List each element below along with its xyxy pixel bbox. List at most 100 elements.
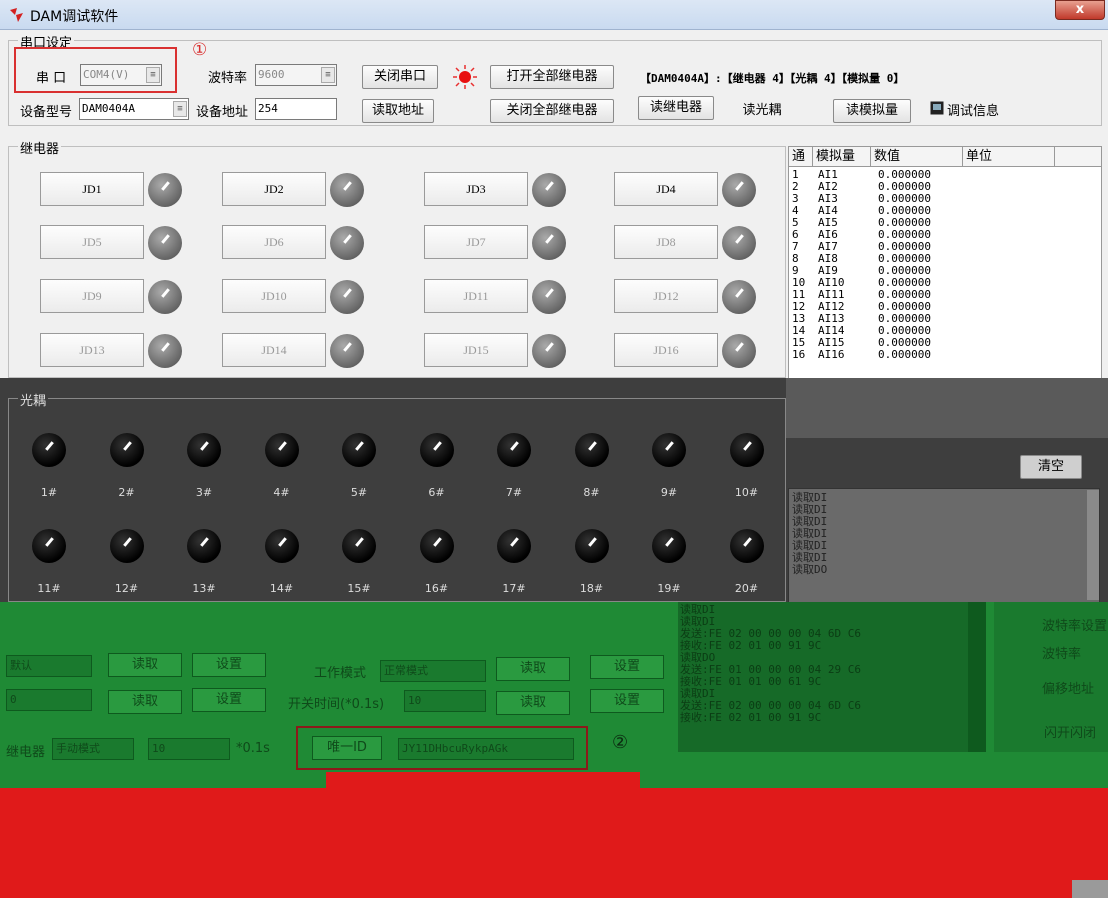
dropdown-arrow-icon: ≡ <box>321 67 335 83</box>
relay-status-knob-icon <box>330 173 364 207</box>
relay-button-jd11[interactable]: JD11 <box>424 279 528 313</box>
relay-status-knob-icon <box>532 280 566 314</box>
dropdown-arrow-icon: ≡ <box>173 101 187 117</box>
close-all-relays-button[interactable]: 关闭全部继电器 <box>490 99 614 123</box>
log-lower-scrollbar[interactable] <box>968 602 986 752</box>
flash-label: 闪开闪闭 <box>1044 726 1097 741</box>
relay-status-knob-icon <box>532 334 566 368</box>
opto-status-knob-icon <box>187 433 221 467</box>
relay-group-label: 继电器 <box>18 138 62 157</box>
opto-status-knob-icon <box>419 433 454 467</box>
address-label: 设备地址 <box>196 105 249 120</box>
relay-button-jd12[interactable]: JD12 <box>614 279 718 313</box>
col-channel[interactable]: 通 <box>789 147 813 167</box>
clear-button[interactable]: 清空 <box>1020 455 1082 479</box>
log-scrollbar[interactable] <box>1087 490 1099 600</box>
relay-button-jd4[interactable]: JD4 <box>614 172 718 206</box>
debug-info-label[interactable]: 调试信息 <box>947 100 999 119</box>
row-value: 0.000000 <box>878 348 931 361</box>
baud-select[interactable]: 9600 ≡ <box>255 64 337 86</box>
relay-button-jd8[interactable]: JD8 <box>614 225 718 259</box>
relay-button-jd1[interactable]: JD1 <box>40 172 144 206</box>
unique-id-input[interactable]: JY11DHbcuRykpAGk <box>398 738 574 760</box>
col-unit[interactable]: 单位 <box>963 147 1055 167</box>
opto-group-label: 光耦 <box>18 390 49 409</box>
opto-label: 15# <box>347 582 371 595</box>
open-all-relays-button[interactable]: 打开全部继电器 <box>490 65 614 89</box>
table-row[interactable]: 16 AI16 0.000000 <box>792 349 1092 361</box>
resize-grip[interactable] <box>1072 880 1108 898</box>
set-button-4[interactable]: 设置 <box>590 689 664 713</box>
annotation-box-1 <box>14 47 177 93</box>
relay-button-jd7[interactable]: JD7 <box>424 225 528 259</box>
relay-button-jd6[interactable]: JD6 <box>222 225 326 259</box>
relay-button-jd15[interactable]: JD15 <box>424 333 528 367</box>
relay-button-jd9[interactable]: JD9 <box>40 279 144 313</box>
opto-label: 7# <box>505 486 523 499</box>
opto-status-knob-icon <box>109 433 144 467</box>
set-button-2[interactable]: 设置 <box>590 655 664 679</box>
relay-status-knob-icon <box>722 226 756 260</box>
switch-time-input[interactable]: 10 <box>404 690 486 712</box>
relay-time-input[interactable]: 10 <box>148 738 230 760</box>
relay-status-knob-icon <box>148 173 182 207</box>
opto-label: 8# <box>583 486 600 499</box>
opto-status-knob-icon <box>342 433 376 467</box>
value-input-1[interactable]: 0 <box>6 689 92 711</box>
relay-button-jd16[interactable]: JD16 <box>614 333 718 367</box>
relay-status-knob-icon <box>722 334 756 368</box>
opto-label: 3# <box>195 486 213 499</box>
row-analog-name: AI16 <box>818 348 845 361</box>
offset-address-label: 偏移地址 <box>1042 682 1095 697</box>
read-opto-button[interactable]: 读光耦 <box>726 99 798 123</box>
debug-info-icon[interactable] <box>930 101 944 115</box>
close-button[interactable]: x <box>1055 0 1105 20</box>
opto-group <box>8 398 786 602</box>
read-analog-button[interactable]: 读模拟量 <box>833 99 911 123</box>
baud-label: 波特率 <box>208 71 248 86</box>
relay-button-jd3[interactable]: JD3 <box>424 172 528 206</box>
green-strip-right <box>640 772 1108 788</box>
relay-button-jd14[interactable]: JD14 <box>222 333 326 367</box>
read-button-4[interactable]: 读取 <box>496 691 570 715</box>
opto-label: 18# <box>579 582 604 595</box>
relay-button-jd2[interactable]: JD2 <box>222 172 326 206</box>
device-info: 【DAM0404A】:【继电器 4】【光耦 4】【模拟量 0】 <box>640 72 905 85</box>
model-select[interactable]: DAM0404A ≡ <box>79 98 189 120</box>
annotation-2: ② <box>612 732 629 753</box>
relay-status-knob-icon <box>722 173 756 207</box>
opto-label: 13# <box>192 582 216 595</box>
read-button-2[interactable]: 读取 <box>496 657 570 681</box>
read-button-1[interactable]: 读取 <box>108 653 182 677</box>
opto-status-knob-icon <box>652 529 686 563</box>
read-address-button[interactable]: 读取地址 <box>362 99 434 123</box>
opto-label: 2# <box>118 486 135 499</box>
opto-label: 20# <box>734 582 759 595</box>
opto-label: 16# <box>424 582 449 595</box>
read-button-3[interactable]: 读取 <box>108 690 182 714</box>
address-input[interactable]: 254 <box>255 98 337 120</box>
read-relay-button[interactable]: 读继电器 <box>638 96 714 120</box>
opto-status-knob-icon <box>419 529 454 563</box>
set-button-1[interactable]: 设置 <box>192 653 266 677</box>
work-mode-select[interactable]: 正常模式 <box>380 660 486 682</box>
col-value[interactable]: 数值 <box>871 147 963 167</box>
opto-status-knob-icon <box>109 529 144 563</box>
lower-panel <box>0 772 1108 898</box>
close-port-button[interactable]: 关闭串口 <box>362 65 438 89</box>
unique-id-button[interactable]: 唯一ID <box>312 736 382 760</box>
set-button-3[interactable]: 设置 <box>192 688 266 712</box>
opto-label: 4# <box>273 486 290 499</box>
opto-label: 9# <box>660 486 678 499</box>
relay-status-knob-icon <box>330 334 364 368</box>
status-led-icon <box>453 65 477 89</box>
relay-button-jd5[interactable]: JD5 <box>40 225 144 259</box>
opto-status-knob-icon <box>342 529 376 563</box>
relay-button-jd10[interactable]: JD10 <box>222 279 326 313</box>
default-select[interactable]: 默认 <box>6 655 92 677</box>
opto-label: 12# <box>114 582 139 595</box>
col-analog[interactable]: 模拟量 <box>813 147 871 167</box>
opto-label: 10# <box>734 486 759 499</box>
relay-button-jd13[interactable]: JD13 <box>40 333 144 367</box>
relay-mode-select[interactable]: 手动模式 <box>52 738 134 760</box>
